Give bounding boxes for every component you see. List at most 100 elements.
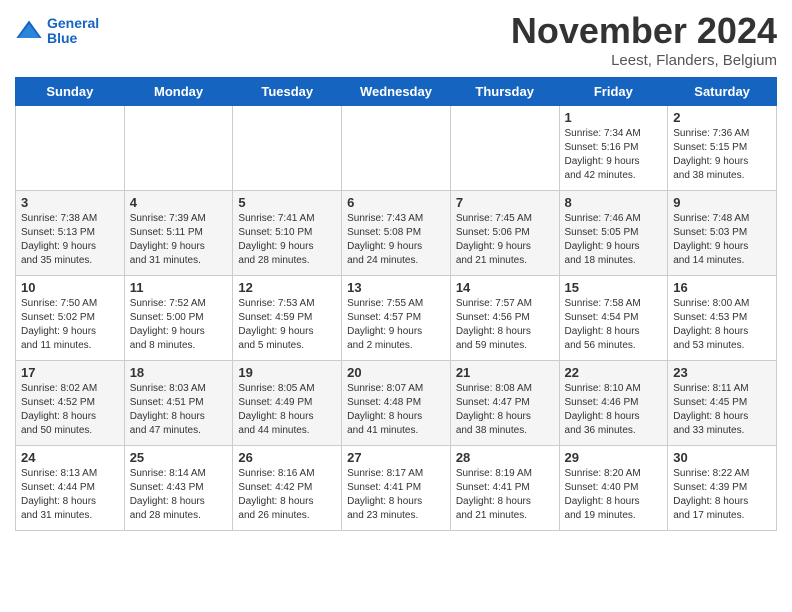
calendar-cell: 15 Sunrise: 7:58 AM Sunset: 4:54 PM Dayli… <box>559 276 668 361</box>
day-number: 16 <box>673 280 771 295</box>
day-number: 28 <box>456 450 554 465</box>
title-block: November 2024 Leest, Flanders, Belgium <box>511 10 777 69</box>
calendar-cell: 6 Sunrise: 7:43 AM Sunset: 5:08 PM Daylig… <box>342 191 451 276</box>
day-number: 4 <box>130 195 228 210</box>
day-header-thursday: Thursday <box>450 78 559 106</box>
day-number: 18 <box>130 365 228 380</box>
day-info: Sunrise: 7:43 AM Sunset: 5:08 PM Dayligh… <box>347 212 445 268</box>
day-info: Sunrise: 7:41 AM Sunset: 5:10 PM Dayligh… <box>238 212 336 268</box>
day-number: 27 <box>347 450 445 465</box>
calendar-header-row: SundayMondayTuesdayWednesdayThursdayFrid… <box>16 78 777 106</box>
calendar-cell <box>16 106 125 191</box>
calendar-week-2: 3Sunrise: 7:38 AM Sunset: 5:13 PM Daylig… <box>16 191 777 276</box>
calendar-cell: 11 Sunrise: 7:52 AM Sunset: 5:00 PM Dayli… <box>124 276 233 361</box>
calendar-cell: 2 Sunrise: 7:36 AM Sunset: 5:15 PM Daylig… <box>668 106 777 191</box>
calendar-cell: 9 Sunrise: 7:48 AM Sunset: 5:03 PM Daylig… <box>668 191 777 276</box>
day-info: Sunrise: 8:17 AM Sunset: 4:41 PM Dayligh… <box>347 467 445 523</box>
day-info: Sunrise: 7:46 AM Sunset: 5:05 PM Dayligh… <box>565 212 663 268</box>
day-number: 10 <box>21 280 119 295</box>
day-header-tuesday: Tuesday <box>233 78 342 106</box>
calendar-week-5: 24 Sunrise: 8:13 AM Sunset: 4:44 PM Dayli… <box>16 446 777 531</box>
day-number: 14 <box>456 280 554 295</box>
day-info: Sunrise: 7:50 AM Sunset: 5:02 PM Dayligh… <box>21 297 119 353</box>
main-container: General Blue November 2024 Leest, Flande… <box>0 0 792 541</box>
calendar-cell: 30 Sunrise: 8:22 AM Sunset: 4:39 PM Dayli… <box>668 446 777 531</box>
day-number: 12 <box>238 280 336 295</box>
day-header-sunday: Sunday <box>16 78 125 106</box>
calendar-week-1: 1 Sunrise: 7:34 AM Sunset: 5:16 PM Daylig… <box>16 106 777 191</box>
day-number: 6 <box>347 195 445 210</box>
day-number: 21 <box>456 365 554 380</box>
calendar-cell: 22Sunrise: 8:10 AM Sunset: 4:46 PM Dayli… <box>559 361 668 446</box>
location-subtitle: Leest, Flanders, Belgium <box>511 52 777 69</box>
calendar-cell: 27 Sunrise: 8:17 AM Sunset: 4:41 PM Dayli… <box>342 446 451 531</box>
calendar-table: SundayMondayTuesdayWednesdayThursdayFrid… <box>15 77 777 531</box>
calendar-cell: 12 Sunrise: 7:53 AM Sunset: 4:59 PM Dayli… <box>233 276 342 361</box>
day-info: Sunrise: 7:34 AM Sunset: 5:16 PM Dayligh… <box>565 127 663 183</box>
day-info: Sunrise: 7:45 AM Sunset: 5:06 PM Dayligh… <box>456 212 554 268</box>
calendar-cell <box>124 106 233 191</box>
calendar-cell <box>450 106 559 191</box>
calendar-cell: 17Sunrise: 8:02 AM Sunset: 4:52 PM Dayli… <box>16 361 125 446</box>
day-info: Sunrise: 8:00 AM Sunset: 4:53 PM Dayligh… <box>673 297 771 353</box>
day-number: 8 <box>565 195 663 210</box>
day-number: 11 <box>130 280 228 295</box>
header: General Blue November 2024 Leest, Flande… <box>15 10 777 69</box>
day-number: 2 <box>673 110 771 125</box>
day-number: 24 <box>21 450 119 465</box>
day-header-wednesday: Wednesday <box>342 78 451 106</box>
day-header-saturday: Saturday <box>668 78 777 106</box>
calendar-cell: 21 Sunrise: 8:08 AM Sunset: 4:47 PM Dayli… <box>450 361 559 446</box>
day-info: Sunrise: 7:36 AM Sunset: 5:15 PM Dayligh… <box>673 127 771 183</box>
calendar-cell: 24 Sunrise: 8:13 AM Sunset: 4:44 PM Dayli… <box>16 446 125 531</box>
calendar-cell: 14 Sunrise: 7:57 AM Sunset: 4:56 PM Dayli… <box>450 276 559 361</box>
calendar-cell: 7 Sunrise: 7:45 AM Sunset: 5:06 PM Daylig… <box>450 191 559 276</box>
calendar-cell <box>233 106 342 191</box>
day-number: 3 <box>21 195 119 210</box>
calendar-cell: 25 Sunrise: 8:14 AM Sunset: 4:43 PM Dayli… <box>124 446 233 531</box>
calendar-cell: 28Sunrise: 8:19 AM Sunset: 4:41 PM Dayli… <box>450 446 559 531</box>
day-info: Sunrise: 8:22 AM Sunset: 4:39 PM Dayligh… <box>673 467 771 523</box>
logo: General Blue <box>15 16 99 47</box>
day-info: Sunrise: 8:11 AM Sunset: 4:45 PM Dayligh… <box>673 382 771 438</box>
day-number: 23 <box>673 365 771 380</box>
calendar-week-4: 17Sunrise: 8:02 AM Sunset: 4:52 PM Dayli… <box>16 361 777 446</box>
day-number: 1 <box>565 110 663 125</box>
month-title: November 2024 <box>511 10 777 52</box>
day-info: Sunrise: 7:55 AM Sunset: 4:57 PM Dayligh… <box>347 297 445 353</box>
day-number: 15 <box>565 280 663 295</box>
day-header-monday: Monday <box>124 78 233 106</box>
day-info: Sunrise: 7:58 AM Sunset: 4:54 PM Dayligh… <box>565 297 663 353</box>
day-info: Sunrise: 8:13 AM Sunset: 4:44 PM Dayligh… <box>21 467 119 523</box>
day-info: Sunrise: 8:14 AM Sunset: 4:43 PM Dayligh… <box>130 467 228 523</box>
calendar-cell: 5Sunrise: 7:41 AM Sunset: 5:10 PM Daylig… <box>233 191 342 276</box>
day-number: 9 <box>673 195 771 210</box>
calendar-week-3: 10 Sunrise: 7:50 AM Sunset: 5:02 PM Dayli… <box>16 276 777 361</box>
day-header-friday: Friday <box>559 78 668 106</box>
day-info: Sunrise: 7:53 AM Sunset: 4:59 PM Dayligh… <box>238 297 336 353</box>
day-info: Sunrise: 7:52 AM Sunset: 5:00 PM Dayligh… <box>130 297 228 353</box>
logo-text: General Blue <box>47 16 99 47</box>
day-info: Sunrise: 8:03 AM Sunset: 4:51 PM Dayligh… <box>130 382 228 438</box>
day-info: Sunrise: 8:02 AM Sunset: 4:52 PM Dayligh… <box>21 382 119 438</box>
day-info: Sunrise: 8:08 AM Sunset: 4:47 PM Dayligh… <box>456 382 554 438</box>
calendar-cell: 3Sunrise: 7:38 AM Sunset: 5:13 PM Daylig… <box>16 191 125 276</box>
day-info: Sunrise: 7:48 AM Sunset: 5:03 PM Dayligh… <box>673 212 771 268</box>
calendar-cell: 18 Sunrise: 8:03 AM Sunset: 4:51 PM Dayli… <box>124 361 233 446</box>
calendar-cell: 13Sunrise: 7:55 AM Sunset: 4:57 PM Dayli… <box>342 276 451 361</box>
day-info: Sunrise: 7:39 AM Sunset: 5:11 PM Dayligh… <box>130 212 228 268</box>
day-info: Sunrise: 7:57 AM Sunset: 4:56 PM Dayligh… <box>456 297 554 353</box>
day-number: 7 <box>456 195 554 210</box>
day-number: 30 <box>673 450 771 465</box>
day-number: 25 <box>130 450 228 465</box>
calendar-cell: 23 Sunrise: 8:11 AM Sunset: 4:45 PM Dayli… <box>668 361 777 446</box>
day-info: Sunrise: 8:16 AM Sunset: 4:42 PM Dayligh… <box>238 467 336 523</box>
calendar-cell: 4 Sunrise: 7:39 AM Sunset: 5:11 PM Daylig… <box>124 191 233 276</box>
calendar-cell: 20Sunrise: 8:07 AM Sunset: 4:48 PM Dayli… <box>342 361 451 446</box>
day-number: 26 <box>238 450 336 465</box>
day-number: 29 <box>565 450 663 465</box>
calendar-cell: 29Sunrise: 8:20 AM Sunset: 4:40 PM Dayli… <box>559 446 668 531</box>
day-info: Sunrise: 8:07 AM Sunset: 4:48 PM Dayligh… <box>347 382 445 438</box>
calendar-cell: 1 Sunrise: 7:34 AM Sunset: 5:16 PM Daylig… <box>559 106 668 191</box>
calendar-cell: 8 Sunrise: 7:46 AM Sunset: 5:05 PM Daylig… <box>559 191 668 276</box>
